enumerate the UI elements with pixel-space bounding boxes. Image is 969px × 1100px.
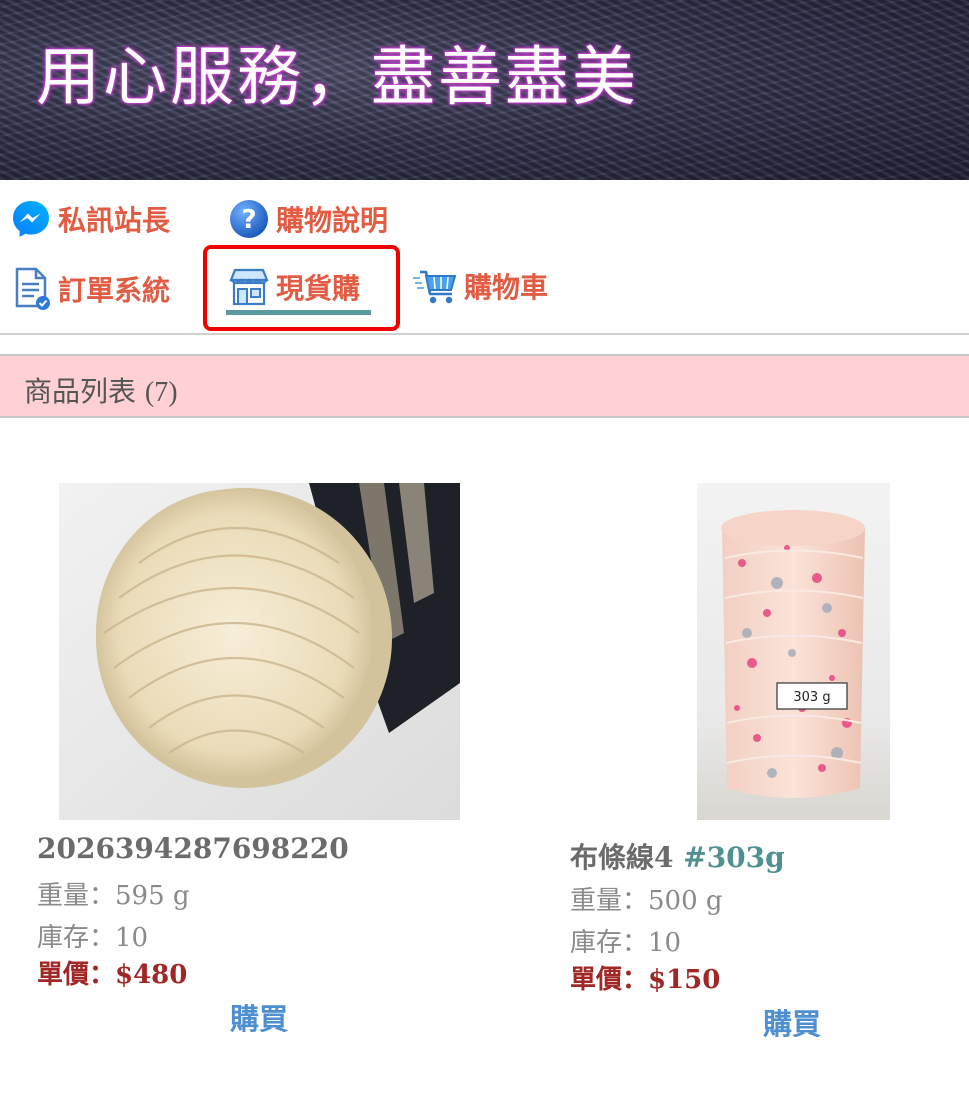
product-list-title: 商品列表 (7) (24, 370, 178, 410)
product-list-header: 商品列表 (7) (0, 354, 969, 418)
nav-instock-label: 現貨購 (276, 272, 361, 305)
help-icon: ? (228, 198, 270, 240)
nav-cart-label: 購物車 (464, 271, 549, 304)
product-price-1: 單價：$480 (37, 960, 188, 990)
nav-instock[interactable]: 現貨購 (228, 266, 360, 308)
product-image-2[interactable]: 303 g (697, 483, 890, 820)
product-count: (7) (144, 377, 178, 408)
product-stock-2: 庫存：10 (570, 928, 682, 958)
active-tab-underline (226, 310, 371, 315)
product-stock-1: 庫存：10 (37, 923, 149, 953)
svg-text:?: ? (241, 205, 256, 235)
nav-orders[interactable]: 訂單系統 (12, 266, 170, 312)
nav-messenger-label: 私訊站長 (58, 204, 171, 237)
banner: 用心服務，盡善盡美 (0, 0, 969, 180)
nav-help-label: 購物說明 (276, 204, 389, 237)
cart-icon (412, 266, 458, 306)
list-title-text: 商品列表 (24, 375, 137, 408)
product-2-name-text: 布條線4 (570, 841, 684, 874)
product-1-name-text: 2026394287698220 (37, 832, 349, 865)
order-doc-icon (12, 266, 52, 312)
messenger-icon (10, 198, 52, 240)
store-icon (228, 266, 270, 308)
product-name-1[interactable]: 2026394287698220 (37, 832, 349, 865)
product-price-2: 單價：$150 (570, 965, 721, 995)
product-image-1[interactable] (59, 483, 460, 820)
spool-label-text: 303 g (793, 690, 830, 705)
nav-messenger[interactable]: 私訊站長 (10, 198, 170, 240)
nav-orders-label: 訂單系統 (58, 274, 171, 307)
product-weight-2: 重量：500 g (570, 886, 723, 916)
product-name-2[interactable]: 布條線4 #303g (570, 836, 785, 876)
buy-button-1[interactable]: 購買 (230, 996, 288, 1038)
nav-cart[interactable]: 購物車 (412, 266, 548, 306)
product-weight-1: 重量：595 g (37, 881, 190, 911)
buy-button-2[interactable]: 購買 (763, 1001, 821, 1043)
banner-title: 用心服務，盡善盡美 (36, 41, 639, 115)
nav-help[interactable]: ? 購物說明 (228, 198, 388, 240)
product-code-2: #303g (683, 841, 785, 874)
